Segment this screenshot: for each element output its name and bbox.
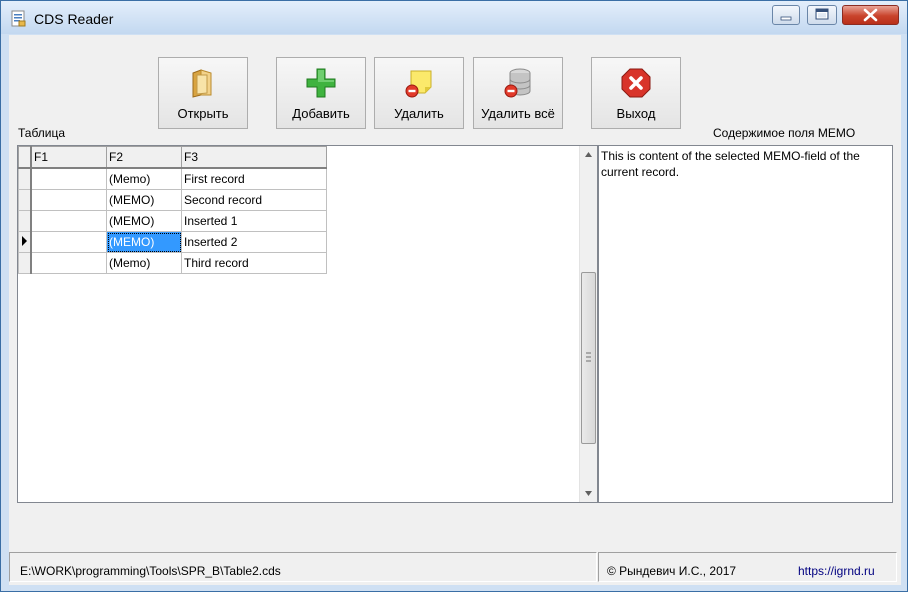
maximize-button[interactable] [807, 5, 837, 25]
maximize-icon [815, 8, 829, 20]
close-icon [863, 8, 878, 22]
minimize-button[interactable] [772, 5, 800, 25]
cell-f3[interactable]: Inserted 1 [181, 210, 327, 232]
header-indicator [18, 146, 32, 169]
delete-all-button[interactable]: Удалить всё [473, 57, 563, 129]
grip-icon [586, 352, 591, 362]
data-grid[interactable]: F1 F2 F3 (Memo) First record (MEMO) Seco… [17, 145, 598, 503]
memo-label: Содержимое поля MEMO [713, 126, 856, 140]
plus-icon [306, 68, 336, 98]
status-bar: E:\WORK\programming\Tools\SPR_B\Table2.c… [9, 550, 901, 583]
table-label: Таблица [18, 126, 66, 140]
table-row[interactable]: (Memo) First record [18, 167, 327, 190]
client-area: Открыть Добавить Удалить Удалить всё Вых… [9, 35, 901, 585]
status-path-panel: E:\WORK\programming\Tools\SPR_B\Table2.c… [9, 552, 597, 582]
column-header-f2[interactable]: F2 [106, 146, 182, 169]
window-title: CDS Reader [34, 11, 114, 27]
exit-button[interactable]: Выход [591, 57, 681, 129]
status-copyright: © Рындевич И.С., 2017 [607, 564, 737, 578]
scroll-down-icon[interactable] [580, 485, 597, 502]
table-row[interactable]: (MEMO) Second record [18, 189, 327, 211]
cell-f3[interactable]: Inserted 2 [181, 231, 327, 253]
exit-icon [621, 68, 651, 98]
column-header-f3[interactable]: F3 [181, 146, 327, 169]
cell-f2[interactable]: (MEMO) [106, 210, 182, 232]
open-label: Открыть [177, 106, 229, 121]
table-row-current[interactable]: (MEMO) Inserted 2 [18, 231, 327, 253]
cell-f3[interactable]: Second record [181, 189, 327, 211]
row-indicator[interactable] [18, 252, 32, 274]
delete-database-icon [504, 68, 531, 98]
grid-vertical-scrollbar[interactable] [579, 146, 597, 502]
cell-f1[interactable] [30, 252, 107, 274]
row-indicator[interactable] [18, 210, 32, 232]
row-indicator[interactable] [18, 167, 32, 190]
delete-all-label: Удалить всё [481, 106, 555, 121]
scroll-up-icon[interactable] [580, 146, 597, 163]
grid-header-row: F1 F2 F3 [18, 146, 327, 169]
cell-f1[interactable] [30, 231, 107, 253]
cell-f1[interactable] [30, 210, 107, 232]
scroll-thumb[interactable] [581, 272, 596, 444]
app-window: CDS Reader Открыть Добавить Удалить Удал… [0, 0, 908, 592]
folder-icon [192, 69, 212, 98]
cell-f2[interactable]: (Memo) [106, 252, 182, 274]
cell-f3[interactable]: Third record [181, 252, 327, 274]
add-button[interactable]: Добавить [276, 57, 366, 129]
delete-label: Удалить [394, 106, 444, 121]
cell-f2-selected[interactable]: (MEMO) [106, 231, 182, 253]
open-button[interactable]: Открыть [158, 57, 248, 129]
cell-f3[interactable]: First record [181, 167, 327, 190]
column-header-f1[interactable]: F1 [30, 146, 107, 169]
delete-note-icon [405, 70, 432, 98]
memo-content[interactable]: This is content of the selected MEMO-fie… [598, 145, 893, 503]
current-row-arrow-icon [22, 235, 27, 246]
table-row[interactable]: (Memo) Third record [18, 252, 327, 274]
cell-f1[interactable] [30, 189, 107, 211]
minimize-icon [780, 16, 792, 21]
row-indicator-current[interactable] [18, 231, 32, 253]
cell-f2[interactable]: (MEMO) [106, 189, 182, 211]
status-info-panel: © Рындевич И.С., 2017 https://igrnd.ru [598, 552, 897, 582]
delete-button[interactable]: Удалить [374, 57, 464, 129]
close-button[interactable] [842, 5, 899, 25]
cell-f2[interactable]: (Memo) [106, 167, 182, 190]
table-row[interactable]: (MEMO) Inserted 1 [18, 210, 327, 232]
add-label: Добавить [292, 106, 350, 121]
exit-label: Выход [616, 106, 656, 121]
status-link[interactable]: https://igrnd.ru [798, 564, 875, 578]
app-icon[interactable] [10, 10, 26, 27]
row-indicator[interactable] [18, 189, 32, 211]
title-bar[interactable]: CDS Reader [1, 1, 907, 34]
cell-f1[interactable] [30, 167, 107, 190]
status-path: E:\WORK\programming\Tools\SPR_B\Table2.c… [20, 564, 281, 578]
